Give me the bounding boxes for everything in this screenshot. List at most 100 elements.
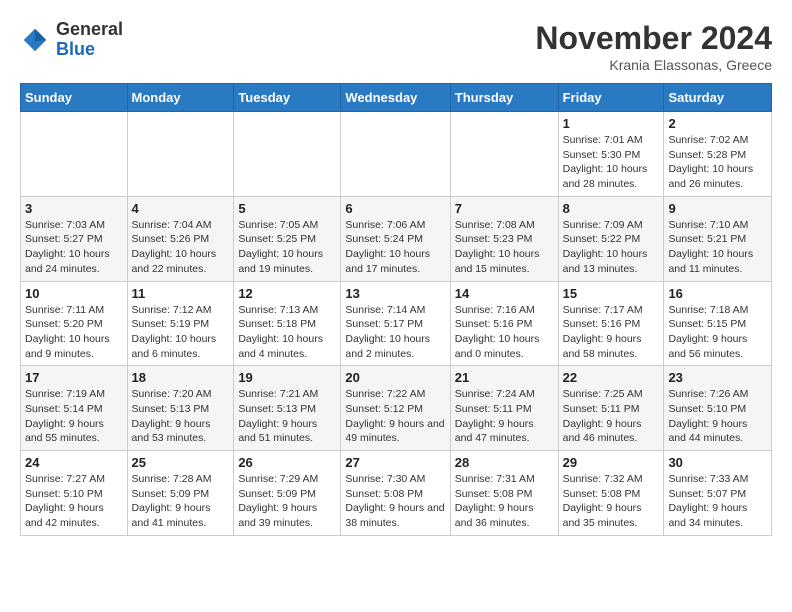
day-number: 1 (563, 116, 660, 131)
calendar-cell: 13 Sunrise: 7:14 AMSunset: 5:17 PMDayligh… (341, 281, 450, 366)
day-info: Sunrise: 7:25 AMSunset: 5:11 PMDaylight:… (563, 387, 660, 446)
day-info: Sunrise: 7:03 AMSunset: 5:27 PMDaylight:… (25, 218, 123, 277)
calendar-week-row: 24 Sunrise: 7:27 AMSunset: 5:10 PMDayligh… (21, 451, 772, 536)
calendar-cell: 30 Sunrise: 7:33 AMSunset: 5:07 PMDayligh… (664, 451, 772, 536)
day-number: 8 (563, 201, 660, 216)
weekday-header: Wednesday (341, 84, 450, 112)
calendar-cell: 26 Sunrise: 7:29 AMSunset: 5:09 PMDayligh… (234, 451, 341, 536)
calendar-cell: 12 Sunrise: 7:13 AMSunset: 5:18 PMDayligh… (234, 281, 341, 366)
day-info: Sunrise: 7:28 AMSunset: 5:09 PMDaylight:… (132, 472, 230, 531)
day-info: Sunrise: 7:29 AMSunset: 5:09 PMDaylight:… (238, 472, 336, 531)
day-number: 28 (455, 455, 554, 470)
day-info: Sunrise: 7:16 AMSunset: 5:16 PMDaylight:… (455, 303, 554, 362)
day-number: 11 (132, 286, 230, 301)
day-number: 9 (668, 201, 767, 216)
day-info: Sunrise: 7:18 AMSunset: 5:15 PMDaylight:… (668, 303, 767, 362)
calendar-cell: 15 Sunrise: 7:17 AMSunset: 5:16 PMDayligh… (558, 281, 664, 366)
day-info: Sunrise: 7:01 AMSunset: 5:30 PMDaylight:… (563, 133, 660, 192)
day-number: 12 (238, 286, 336, 301)
calendar-cell: 2 Sunrise: 7:02 AMSunset: 5:28 PMDaylight… (664, 112, 772, 197)
day-info: Sunrise: 7:13 AMSunset: 5:18 PMDaylight:… (238, 303, 336, 362)
calendar-cell (450, 112, 558, 197)
day-info: Sunrise: 7:08 AMSunset: 5:23 PMDaylight:… (455, 218, 554, 277)
calendar-cell: 24 Sunrise: 7:27 AMSunset: 5:10 PMDayligh… (21, 451, 128, 536)
calendar-cell: 7 Sunrise: 7:08 AMSunset: 5:23 PMDaylight… (450, 196, 558, 281)
day-number: 23 (668, 370, 767, 385)
day-info: Sunrise: 7:10 AMSunset: 5:21 PMDaylight:… (668, 218, 767, 277)
day-number: 17 (25, 370, 123, 385)
calendar-week-row: 17 Sunrise: 7:19 AMSunset: 5:14 PMDayligh… (21, 366, 772, 451)
day-number: 3 (25, 201, 123, 216)
weekday-header: Thursday (450, 84, 558, 112)
month-title: November 2024 (535, 20, 772, 57)
weekday-header: Friday (558, 84, 664, 112)
day-number: 7 (455, 201, 554, 216)
day-number: 29 (563, 455, 660, 470)
calendar-cell: 3 Sunrise: 7:03 AMSunset: 5:27 PMDaylight… (21, 196, 128, 281)
day-info: Sunrise: 7:19 AMSunset: 5:14 PMDaylight:… (25, 387, 123, 446)
day-info: Sunrise: 7:12 AMSunset: 5:19 PMDaylight:… (132, 303, 230, 362)
day-number: 18 (132, 370, 230, 385)
day-info: Sunrise: 7:22 AMSunset: 5:12 PMDaylight:… (345, 387, 445, 446)
day-number: 22 (563, 370, 660, 385)
weekday-header: Saturday (664, 84, 772, 112)
day-info: Sunrise: 7:06 AMSunset: 5:24 PMDaylight:… (345, 218, 445, 277)
day-number: 19 (238, 370, 336, 385)
calendar-cell: 19Sunrise: 7:21 AMSunset: 5:13 PMDayligh… (234, 366, 341, 451)
calendar-cell: 29 Sunrise: 7:32 AMSunset: 5:08 PMDayligh… (558, 451, 664, 536)
calendar-cell: 6Sunrise: 7:06 AMSunset: 5:24 PMDaylight… (341, 196, 450, 281)
day-number: 27 (345, 455, 445, 470)
day-info: Sunrise: 7:32 AMSunset: 5:08 PMDaylight:… (563, 472, 660, 531)
calendar-cell: 10 Sunrise: 7:11 AMSunset: 5:20 PMDayligh… (21, 281, 128, 366)
day-info: Sunrise: 7:04 AMSunset: 5:26 PMDaylight:… (132, 218, 230, 277)
day-number: 4 (132, 201, 230, 216)
calendar-cell (127, 112, 234, 197)
calendar-cell: 22 Sunrise: 7:25 AMSunset: 5:11 PMDayligh… (558, 366, 664, 451)
calendar-cell (234, 112, 341, 197)
calendar-week-row: 10 Sunrise: 7:11 AMSunset: 5:20 PMDayligh… (21, 281, 772, 366)
weekday-header: Monday (127, 84, 234, 112)
calendar-cell: 4 Sunrise: 7:04 AMSunset: 5:26 PMDaylight… (127, 196, 234, 281)
day-info: Sunrise: 7:26 AMSunset: 5:10 PMDaylight:… (668, 387, 767, 446)
calendar-cell: 9 Sunrise: 7:10 AMSunset: 5:21 PMDaylight… (664, 196, 772, 281)
weekday-header: Sunday (21, 84, 128, 112)
calendar-table: SundayMondayTuesdayWednesdayThursdayFrid… (20, 83, 772, 536)
calendar-cell: 23 Sunrise: 7:26 AMSunset: 5:10 PMDayligh… (664, 366, 772, 451)
calendar-cell: 5Sunrise: 7:05 AMSunset: 5:25 PMDaylight… (234, 196, 341, 281)
day-number: 13 (345, 286, 445, 301)
calendar-cell: 8 Sunrise: 7:09 AMSunset: 5:22 PMDaylight… (558, 196, 664, 281)
day-number: 2 (668, 116, 767, 131)
day-info: Sunrise: 7:30 AMSunset: 5:08 PMDaylight:… (345, 472, 445, 531)
day-info: Sunrise: 7:17 AMSunset: 5:16 PMDaylight:… (563, 303, 660, 362)
logo-icon (20, 25, 50, 55)
day-number: 26 (238, 455, 336, 470)
title-block: November 2024 Krania Elassonas, Greece (535, 20, 772, 73)
calendar-cell: 18Sunrise: 7:20 AMSunset: 5:13 PMDayligh… (127, 366, 234, 451)
calendar-cell: 25 Sunrise: 7:28 AMSunset: 5:09 PMDayligh… (127, 451, 234, 536)
page-header: General Blue November 2024 Krania Elasso… (20, 20, 772, 73)
day-info: Sunrise: 7:14 AMSunset: 5:17 PMDaylight:… (345, 303, 445, 362)
day-number: 20 (345, 370, 445, 385)
logo-text: General Blue (56, 20, 123, 60)
day-info: Sunrise: 7:11 AMSunset: 5:20 PMDaylight:… (25, 303, 123, 362)
day-info: Sunrise: 7:24 AMSunset: 5:11 PMDaylight:… (455, 387, 554, 446)
calendar-cell: 16 Sunrise: 7:18 AMSunset: 5:15 PMDayligh… (664, 281, 772, 366)
day-info: Sunrise: 7:09 AMSunset: 5:22 PMDaylight:… (563, 218, 660, 277)
day-number: 25 (132, 455, 230, 470)
day-number: 15 (563, 286, 660, 301)
calendar-cell: 27 Sunrise: 7:30 AMSunset: 5:08 PMDayligh… (341, 451, 450, 536)
day-number: 21 (455, 370, 554, 385)
day-number: 16 (668, 286, 767, 301)
day-number: 24 (25, 455, 123, 470)
calendar-cell: 14Sunrise: 7:16 AMSunset: 5:16 PMDayligh… (450, 281, 558, 366)
weekday-header: Tuesday (234, 84, 341, 112)
calendar-cell: 28Sunrise: 7:31 AMSunset: 5:08 PMDayligh… (450, 451, 558, 536)
calendar-cell: 17 Sunrise: 7:19 AMSunset: 5:14 PMDayligh… (21, 366, 128, 451)
weekday-header-row: SundayMondayTuesdayWednesdayThursdayFrid… (21, 84, 772, 112)
calendar-cell: 20 Sunrise: 7:22 AMSunset: 5:12 PMDayligh… (341, 366, 450, 451)
day-info: Sunrise: 7:33 AMSunset: 5:07 PMDaylight:… (668, 472, 767, 531)
day-info: Sunrise: 7:27 AMSunset: 5:10 PMDaylight:… (25, 472, 123, 531)
day-info: Sunrise: 7:02 AMSunset: 5:28 PMDaylight:… (668, 133, 767, 192)
day-number: 30 (668, 455, 767, 470)
day-number: 10 (25, 286, 123, 301)
